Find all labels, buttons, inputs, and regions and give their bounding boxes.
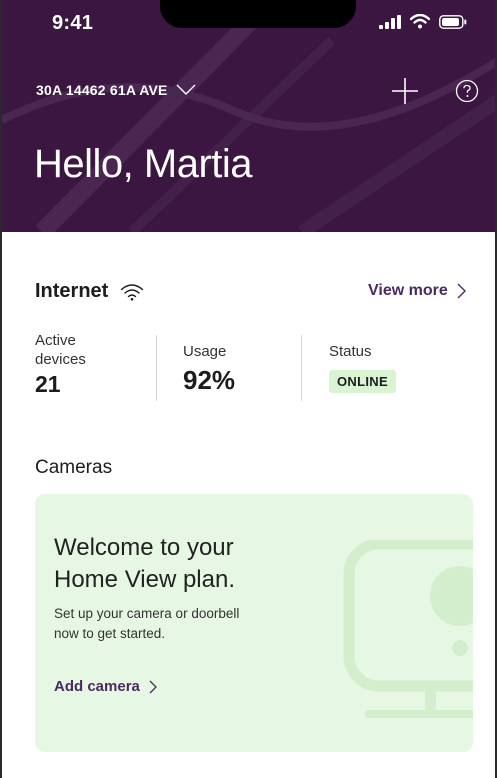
- stat-usage: Usage 92%: [183, 342, 235, 396]
- wifi-icon: [410, 14, 430, 29]
- stat-divider: [301, 335, 302, 401]
- status-icons: [379, 14, 467, 29]
- status-bar: 9:41: [2, 0, 495, 50]
- active-devices-label-line2: devices: [35, 351, 86, 368]
- wifi-icon: [121, 283, 144, 301]
- status-time: 9:41: [52, 12, 94, 34]
- usage-label: Usage: [183, 343, 227, 360]
- chevron-right-icon: [457, 283, 466, 299]
- card-heading: Welcome to your Home View plan.: [54, 532, 314, 596]
- add-camera-link[interactable]: Add camera: [54, 678, 157, 695]
- address-label: 30A 14462 61A AVE: [36, 82, 168, 98]
- signal-bars-icon: [379, 14, 401, 29]
- stat-status: Status ONLINE: [329, 342, 396, 393]
- device-notch: [160, 0, 356, 28]
- active-devices-label-line1: Active: [35, 332, 76, 349]
- card-description-line1: Set up your camera or doorbell: [54, 606, 240, 621]
- internet-section-title: Internet: [35, 280, 144, 303]
- address-selector[interactable]: 30A 14462 61A AVE: [36, 82, 196, 98]
- active-devices-value: 21: [35, 371, 61, 397]
- chevron-down-icon: [176, 84, 196, 95]
- greeting-title: Hello, Martia: [34, 142, 253, 186]
- internet-title-text: Internet: [35, 280, 109, 302]
- usage-value: 92%: [183, 365, 236, 395]
- app-screen: 9:41 30A 14462 61A AVE Hello, Martia Int…: [0, 0, 497, 778]
- status-badge: ONLINE: [329, 370, 396, 393]
- cameras-section-title: Cameras: [35, 457, 113, 478]
- add-camera-label: Add camera: [54, 678, 140, 695]
- battery-icon: [439, 14, 467, 29]
- view-more-link[interactable]: View more: [368, 282, 466, 300]
- card-description: Set up your camera or doorbell now to ge…: [54, 604, 294, 644]
- camera-illustration-icon: [343, 540, 473, 718]
- stat-active-devices: Active devices 21: [35, 331, 86, 398]
- chevron-right-icon: [149, 680, 157, 693]
- camera-setup-card: Welcome to your Home View plan. Set up y…: [35, 494, 473, 752]
- card-heading-line2: Home View plan.: [54, 566, 235, 593]
- header: 9:41 30A 14462 61A AVE Hello, Martia: [2, 0, 495, 232]
- help-icon[interactable]: [455, 79, 479, 103]
- card-description-line2: now to get started.: [54, 626, 166, 641]
- card-heading-line1: Welcome to your: [54, 534, 234, 561]
- stat-divider: [156, 335, 157, 401]
- status-label: Status: [329, 343, 372, 360]
- plus-icon[interactable]: [390, 76, 420, 106]
- view-more-label: View more: [368, 282, 448, 299]
